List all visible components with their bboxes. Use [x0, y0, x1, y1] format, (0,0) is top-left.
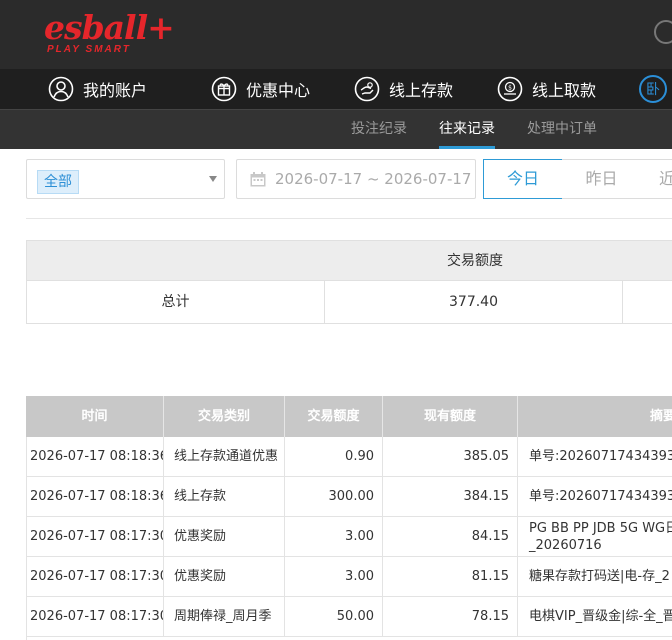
table-row: 2026-07-17 08:17:30 优惠奖励 3.00 84.15 PG B…	[26, 517, 672, 557]
cell-type: 优惠奖励	[164, 517, 285, 556]
brand-name: esball+	[44, 8, 175, 47]
nav-label: 线上存款	[389, 81, 454, 100]
caret-down-icon	[209, 176, 217, 182]
recent-button[interactable]: 近	[641, 159, 672, 199]
cell-amount: 0.90	[285, 437, 383, 476]
top-header: esball+ PLAY SMART	[0, 0, 672, 69]
column-header-summary: 摘要	[649, 409, 672, 424]
withdraw-icon: $	[497, 76, 523, 102]
cell-summary: 单号:20260717434393	[518, 477, 672, 516]
cell-summary: 单号:20260717434393	[518, 437, 672, 476]
table-row: 2026-07-17 08:17:30 优惠奖励 3.00 81.15 糖果存款…	[26, 557, 672, 597]
calendar-icon	[250, 172, 266, 187]
nav-item-my-account[interactable]: 我的账户	[48, 69, 147, 109]
summary-header: 交易额度	[26, 240, 672, 281]
table-row: 2026-07-17 08:18:36 线上存款 300.00 384.15 单…	[26, 477, 672, 517]
brand-logo[interactable]: esball+ PLAY SMART	[44, 8, 175, 60]
summary-line: _20260716	[529, 537, 602, 553]
cell-amount: 3.00	[285, 517, 383, 556]
tab-transaction-records[interactable]: 往来记录	[439, 110, 495, 149]
nav-label: 我的账户	[83, 81, 148, 100]
cell-summary: 电棋VIP_晋级金|综-全_晋	[518, 597, 672, 636]
cell-time: 2026-07-17 08:17:30	[26, 517, 164, 556]
tab-bet-records[interactable]: 投注纪录	[351, 110, 407, 149]
user-icon	[48, 76, 74, 102]
today-button[interactable]: 今日	[483, 159, 563, 199]
summary-line: 单号:20260717434393	[529, 489, 672, 504]
cell-amount: 300.00	[285, 477, 383, 516]
cell-type: 优惠奖励	[164, 557, 285, 596]
cell-balance: 385.05	[383, 437, 518, 476]
main-nav: 我的账户 优惠中心 线上存款 $ 线上取款 卧	[0, 69, 672, 109]
summary-line: 单号:20260717434393	[529, 449, 672, 464]
summary-total-value: 377.40	[325, 281, 623, 323]
cell-balance: 78.15	[383, 597, 518, 636]
summary-row: 总计 377.40	[26, 281, 672, 324]
nav-item-deposit[interactable]: 线上存款	[354, 69, 453, 109]
cell-balance: 84.15	[383, 517, 518, 556]
account-circle-icon[interactable]	[654, 20, 672, 44]
summary-line: PG BB PP JDB 5G WG日	[529, 520, 672, 536]
nav-label: 优惠中心	[246, 81, 311, 100]
date-range-picker[interactable]: 2026-07-17 ~ 2026-07-17	[236, 159, 476, 199]
tab-pending-orders[interactable]: 处理中订单	[527, 110, 597, 149]
cell-summary: PG BB PP JDB 5G WG日 _20260716	[518, 517, 672, 556]
date-range-value: 2026-07-17 ~ 2026-07-17	[275, 170, 472, 188]
cell-type: 线上存款通道优惠	[164, 437, 285, 476]
cell-time: 2026-07-17 08:18:36	[26, 477, 164, 516]
summary-row-label: 总计	[27, 281, 325, 323]
sub-nav: 投注纪录 往来记录 处理中订单	[0, 109, 672, 149]
column-header-type: 交易类别	[164, 396, 285, 437]
summary-header-label: 交易额度	[447, 253, 503, 269]
divider	[26, 218, 672, 219]
cell-time: 2026-07-17 08:17:30	[26, 557, 164, 596]
brand-tagline: PLAY SMART	[47, 44, 131, 55]
more-nav-icon[interactable]: 卧	[639, 75, 667, 103]
cell-balance: 384.15	[383, 477, 518, 516]
table-header: 时间 交易类别 交易额度 现有额度 摘要	[26, 396, 672, 437]
summary-line: 糖果存款打码送|电-存_2	[529, 569, 670, 584]
cell-type: 周期俸禄_周月季	[164, 597, 285, 636]
cell-time: 2026-07-17 08:18:36	[26, 437, 164, 476]
gift-icon	[211, 76, 237, 102]
table-row: 2026-07-17 08:17:30 周期俸禄_周月季 50.00 78.15…	[26, 597, 672, 637]
nav-item-withdraw[interactable]: $ 线上取款	[497, 69, 596, 109]
yesterday-button[interactable]: 昨日	[562, 159, 642, 199]
column-header-balance: 现有额度	[383, 396, 518, 437]
cell-summary: 糖果存款打码送|电-存_2	[518, 557, 672, 596]
nav-label: 线上取款	[532, 81, 597, 100]
cell-amount: 50.00	[285, 597, 383, 636]
summary-line: 电棋VIP_晋级金|综-全_晋	[529, 609, 672, 624]
nav-item-promotions[interactable]: 优惠中心	[211, 69, 310, 109]
cell-balance: 81.15	[383, 557, 518, 596]
table-row: 2026-07-17 08:18:36 线上存款通道优惠 0.90 385.05…	[26, 437, 672, 477]
cell-time: 2026-07-17 08:17:30	[26, 597, 164, 636]
cell-type: 线上存款	[164, 477, 285, 516]
deposit-icon	[354, 76, 380, 102]
svg-text:$: $	[508, 85, 512, 92]
column-header-time: 时间	[26, 396, 164, 437]
selected-category-tag: 全部	[37, 170, 79, 194]
column-header-amount: 交易额度	[285, 396, 383, 437]
cell-amount: 3.00	[285, 557, 383, 596]
category-select[interactable]: 全部	[26, 159, 225, 199]
